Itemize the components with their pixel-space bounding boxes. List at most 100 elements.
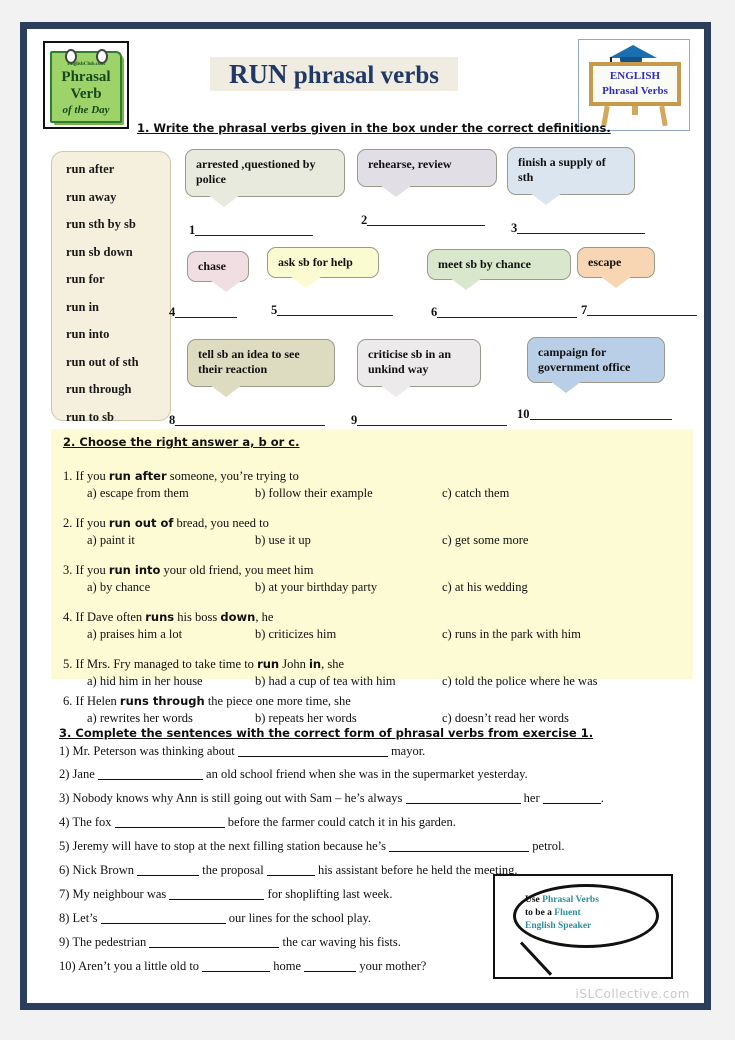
question-pre: If you: [75, 563, 109, 577]
sentence-number: 4): [59, 815, 73, 829]
verb-list-item: run sth by sb: [66, 217, 136, 231]
question-pre: If you: [75, 516, 109, 530]
exercise3-sentence: 8) Let’s our lines for the school play.: [59, 910, 371, 926]
exercise3-sentence: 6) Nick Brown the proposal his assistant…: [59, 862, 518, 878]
option-a[interactable]: a) hid him in her house: [87, 674, 203, 689]
blank-line[interactable]: [137, 862, 200, 876]
option-b[interactable]: b) had a cup of tea with him: [255, 674, 396, 689]
answer-line[interactable]: 8: [169, 413, 326, 428]
definition-text: escape: [588, 255, 622, 269]
question-pre: If Dave often: [75, 610, 146, 624]
blank-line[interactable]: [100, 910, 226, 924]
option-b[interactable]: b) repeats her words: [255, 711, 357, 726]
option-a[interactable]: a) paint it: [87, 533, 135, 548]
blank-line[interactable]: [202, 958, 271, 972]
answer-line[interactable]: 10: [517, 407, 672, 422]
question-pre: If you: [75, 469, 109, 483]
sentence-part: Let’s: [72, 911, 101, 925]
blank-line[interactable]: [542, 790, 601, 804]
blank-line[interactable]: [277, 303, 394, 316]
verb-list-item: run to sb: [66, 409, 114, 424]
answer-line[interactable]: 1: [189, 223, 314, 238]
answer-line[interactable]: 7: [581, 303, 698, 318]
definition-text: rehearse, review: [368, 157, 452, 171]
exercise2-question: 1. If you run after someone, you’re tryi…: [63, 469, 299, 484]
balloon-w3: to be a: [525, 907, 555, 918]
blank-line[interactable]: [97, 766, 203, 780]
exercise2-question: 3. If you run into your old friend, you …: [63, 563, 314, 578]
blank-line[interactable]: [517, 221, 646, 234]
blank-line[interactable]: [237, 743, 388, 757]
option-c[interactable]: c) doesn’t read her words: [442, 711, 569, 726]
sentence-part: his assistant before he held the meeting…: [314, 863, 518, 877]
blank-line[interactable]: [175, 305, 238, 318]
question-number: 1.: [63, 469, 76, 483]
blank-line[interactable]: [587, 303, 698, 316]
verb-list-item: run through: [66, 382, 132, 396]
blank-line[interactable]: [405, 790, 521, 804]
answer-line[interactable]: 5: [271, 303, 394, 318]
blank-line[interactable]: [175, 413, 326, 426]
option-c[interactable]: c) at his wedding: [442, 580, 528, 595]
page-title: RUN phrasal verbs: [210, 57, 458, 91]
answer-number: 10: [517, 407, 530, 421]
question-post: the piece one more time, she: [204, 694, 351, 708]
phrasal-verb-of-the-day-logo: EnglishClub.com Phrasal Verb of the Day: [43, 41, 129, 129]
balloon-w1: Use: [525, 895, 543, 905]
verb-list-item: run after: [66, 162, 115, 176]
exercise1-instruction: 1. Write the phrasal verbs given in the …: [137, 121, 611, 135]
sentence-part: The fox: [72, 815, 115, 829]
exercise3-sentence: 10) Aren’t you a little old to home your…: [59, 958, 426, 974]
balloon-text: Use Phrasal Verbs to be a Fluent English…: [525, 894, 653, 932]
option-b[interactable]: b) at your birthday party: [255, 580, 377, 595]
option-c[interactable]: c) told the police where he was: [442, 674, 598, 689]
sentence-part: My neighbour was: [72, 887, 170, 901]
exercise3-sentence: 7) My neighbour was for shoplifting last…: [59, 886, 393, 902]
answer-line[interactable]: 4: [169, 305, 238, 320]
option-a[interactable]: a) escape from them: [87, 486, 189, 501]
option-b[interactable]: b) follow their example: [255, 486, 373, 501]
sentence-number: 1): [59, 744, 73, 758]
answer-line[interactable]: 2: [361, 213, 486, 228]
answer-line[interactable]: 6: [431, 305, 578, 320]
definition-text: tell sb an idea to see their reaction: [198, 347, 300, 376]
answer-line[interactable]: 3: [511, 221, 646, 236]
option-a[interactable]: a) praises him a lot: [87, 627, 182, 642]
exercise3-sentence: 2) Jane an old school friend when she wa…: [59, 766, 528, 782]
blank-line[interactable]: [437, 305, 578, 318]
blank-line[interactable]: [149, 934, 280, 948]
question-number: 2.: [63, 516, 76, 530]
definition-bubble: ask sb for help: [267, 247, 379, 290]
option-c[interactable]: c) get some more: [442, 533, 528, 548]
option-b[interactable]: b) criticizes him: [255, 627, 336, 642]
question-post: someone, you’re trying to: [166, 469, 299, 483]
blank-line[interactable]: [389, 838, 530, 852]
option-a[interactable]: a) rewrites her words: [87, 711, 193, 726]
blank-line[interactable]: [169, 886, 265, 900]
blank-line[interactable]: [367, 213, 486, 226]
easel-leg-icon: [659, 105, 668, 127]
exercise3-sentence: 9) The pedestrian the car waving his fis…: [59, 934, 401, 950]
blank-line[interactable]: [114, 814, 225, 828]
definition-bubble: rehearse, review: [357, 149, 497, 199]
notepad-line1: Phrasal: [61, 69, 111, 85]
option-c[interactable]: c) runs in the park with him: [442, 627, 581, 642]
definition-bubble: arrested ,questioned by police: [185, 149, 345, 209]
question-post2: , he: [255, 610, 274, 624]
option-c[interactable]: c) catch them: [442, 486, 509, 501]
answer-line[interactable]: 9: [351, 413, 508, 428]
definition-text: chase: [198, 259, 226, 273]
option-b[interactable]: b) use it up: [255, 533, 311, 548]
notepad-line3: of the Day: [62, 104, 110, 116]
fluent-speaker-box: Use Phrasal Verbs to be a Fluent English…: [493, 874, 673, 979]
bubble-tail: [450, 278, 482, 290]
blank-line[interactable]: [357, 413, 508, 426]
easel-board-icon: ENGLISH Phrasal Verbs: [589, 62, 681, 106]
exercise2-question: 6. If Helen runs through the piece one m…: [63, 694, 351, 709]
question-phrasal-verb-particle: in: [308, 657, 322, 671]
blank-line[interactable]: [529, 407, 672, 420]
blank-line[interactable]: [266, 862, 315, 876]
blank-line[interactable]: [304, 958, 357, 972]
blank-line[interactable]: [195, 223, 314, 236]
option-a[interactable]: a) by chance: [87, 580, 150, 595]
